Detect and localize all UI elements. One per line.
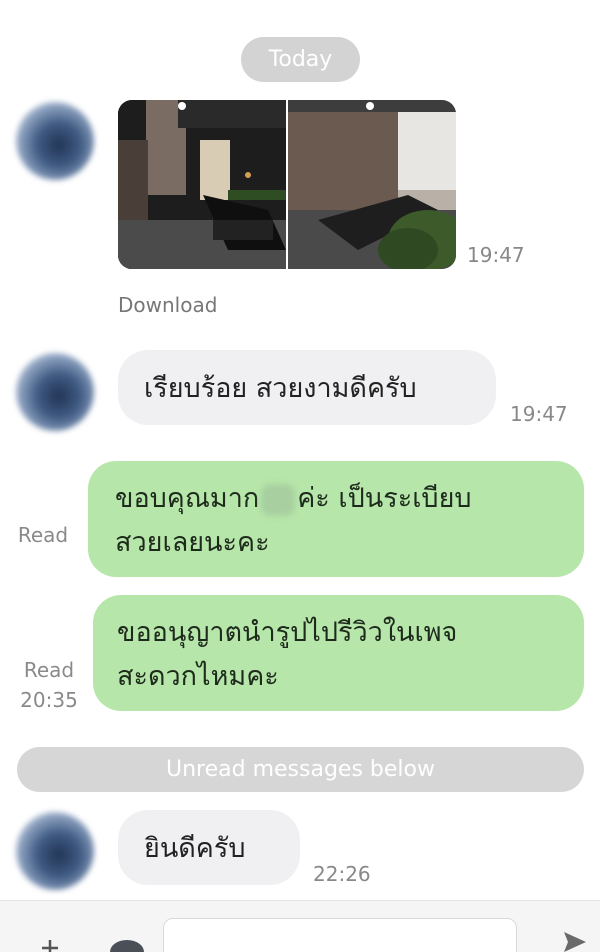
send-icon[interactable] — [560, 928, 588, 952]
outgoing-message-bubble[interactable]: ขอบคุณมาก ค่ะ เป็นระเบียบ สวยเลยนะคะ — [88, 461, 584, 577]
message-text: ยินดีครับ — [144, 833, 246, 864]
message-line: สวยเลยนะคะ — [115, 527, 270, 558]
photo-day-house-image — [288, 100, 456, 269]
read-receipt: Read 20:35 — [14, 655, 84, 715]
message-input[interactable] — [163, 918, 517, 952]
incoming-message-bubble[interactable]: ยินดีครับ — [118, 810, 300, 885]
date-separator: Today — [241, 37, 360, 82]
message-time: 19:47 — [510, 402, 568, 426]
message-line: ขออนุญาตนำรูปไปรีวิวในเพจ — [117, 617, 458, 648]
message-time: 22:26 — [313, 862, 371, 886]
photo-night-house-image — [118, 100, 286, 269]
avatar[interactable] — [16, 353, 94, 431]
photo-album[interactable] — [118, 100, 456, 269]
avatar[interactable] — [16, 812, 94, 890]
unread-divider: Unread messages below — [17, 747, 584, 792]
redacted-name — [261, 483, 296, 516]
read-receipt: Read — [17, 523, 69, 547]
message-time: 19:47 — [467, 243, 525, 267]
incoming-message-bubble[interactable]: เรียบร้อย สวยงามดีครับ — [118, 350, 496, 425]
avatar[interactable] — [16, 102, 94, 180]
message-text: ขอบคุณมาก — [115, 483, 260, 514]
message-text: ค่ะ เป็นระเบียบ — [297, 483, 472, 514]
message-time: 20:35 — [20, 688, 78, 712]
message-line: สะดวกไหมคะ — [117, 661, 279, 692]
outgoing-message-bubble[interactable]: ขออนุญาตนำรูปไปรีวิวในเพจ สะดวกไหมคะ — [93, 595, 584, 711]
message-line: ขอบคุณมาก ค่ะ เป็นระเบียบ — [115, 477, 564, 521]
plus-icon[interactable] — [40, 938, 60, 952]
download-link[interactable]: Download — [118, 293, 217, 317]
read-status: Read — [23, 658, 75, 682]
photo-night-house[interactable] — [118, 100, 286, 269]
photo-day-house[interactable] — [288, 100, 456, 269]
message-text: เรียบร้อย สวยงามดีครับ — [144, 373, 417, 404]
